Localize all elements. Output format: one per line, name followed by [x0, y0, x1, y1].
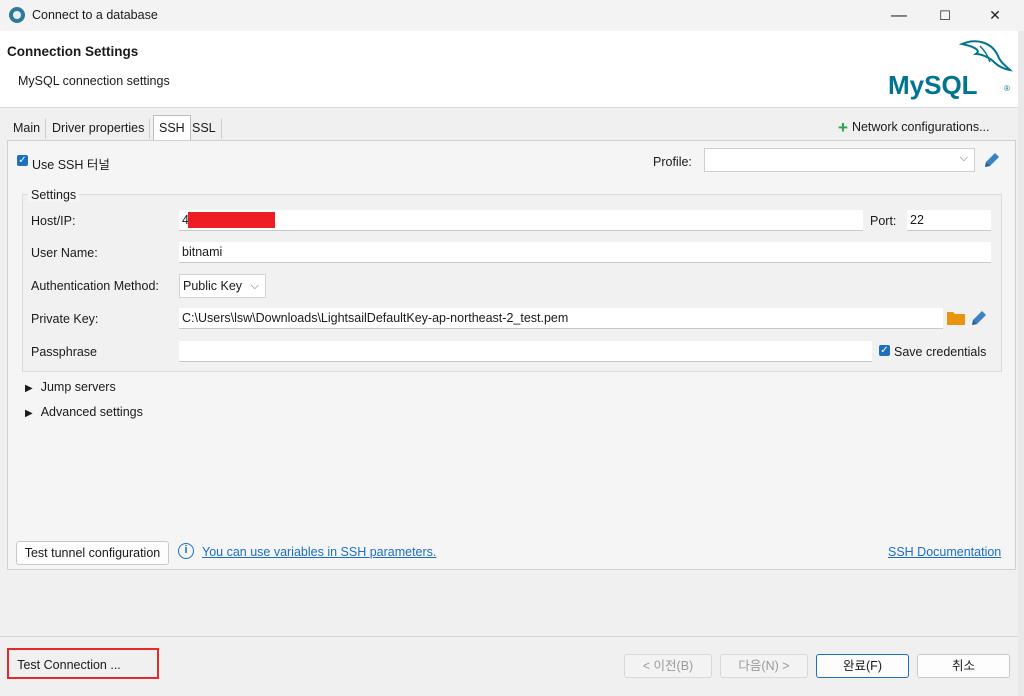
use-ssh-checkbox[interactable]: ✓: [17, 155, 28, 166]
port-label: Port:: [870, 214, 897, 228]
close-button[interactable]: ✕: [972, 0, 1018, 31]
tab-ssl[interactable]: SSL: [187, 118, 222, 139]
chevron-down-icon: ⌵: [250, 280, 259, 292]
browse-key-button[interactable]: [946, 309, 966, 330]
save-credentials-label: Save credentials: [894, 345, 987, 359]
edit-profile-button[interactable]: [982, 150, 1002, 173]
auth-method-label: Authentication Method:: [31, 279, 159, 293]
finish-button[interactable]: 완료(F): [816, 654, 909, 678]
minimize-button[interactable]: —: [876, 0, 922, 31]
triangle-right-icon: ▶: [25, 383, 33, 394]
user-name-label: User Name:: [31, 246, 98, 260]
triangle-right-icon: ▶: [25, 408, 33, 419]
page-subtitle: MySQL connection settings: [18, 74, 170, 88]
profile-label: Profile:: [653, 155, 692, 169]
tab-main[interactable]: Main: [8, 118, 47, 139]
port-value: 22: [910, 213, 924, 227]
tab-driver-properties[interactable]: Driver properties: [47, 118, 151, 139]
ssh-documentation-link[interactable]: SSH Documentation: [888, 545, 1001, 559]
highlight-box: [7, 648, 159, 679]
next-button[interactable]: 다음(N) >: [720, 654, 808, 678]
private-key-value: C:\Users\lsw\Downloads\LightsailDefaultK…: [182, 311, 569, 325]
private-key-input[interactable]: C:\Users\lsw\Downloads\LightsailDefaultK…: [179, 308, 943, 329]
dolphin-icon: MySQL: [888, 40, 1013, 100]
port-input[interactable]: 22: [907, 210, 991, 231]
header-banner: [0, 31, 1024, 108]
registered-mark: ®: [1004, 84, 1010, 93]
window-edge: [1018, 31, 1024, 696]
private-key-label: Private Key:: [31, 312, 99, 326]
redaction-mark: [188, 212, 275, 228]
edit-key-button[interactable]: [969, 308, 989, 331]
chevron-down-icon: ⌵: [959, 152, 968, 164]
window-title: Connect to a database: [32, 8, 158, 22]
host-label: Host/IP:: [31, 214, 76, 228]
mysql-logo: MySQL: [884, 36, 1014, 104]
jump-servers-expander[interactable]: ▶ Jump servers: [25, 380, 116, 394]
pencil-icon: [972, 311, 986, 325]
network-configurations-label: Network configurations...: [851, 120, 990, 134]
auth-method-select[interactable]: Public Key ⌵: [179, 274, 266, 298]
cancel-button[interactable]: 취소: [917, 654, 1010, 678]
pencil-icon: [985, 153, 999, 167]
user-name-input[interactable]: bitnami: [179, 242, 991, 263]
save-credentials-checkbox[interactable]: ✓: [879, 345, 890, 356]
jump-servers-label: Jump servers: [40, 380, 116, 394]
user-name-value: bitnami: [182, 245, 223, 259]
plus-icon: +: [838, 118, 848, 137]
advanced-settings-expander[interactable]: ▶ Advanced settings: [25, 405, 143, 419]
app-icon: [9, 7, 25, 23]
back-button[interactable]: < 이전(B): [624, 654, 712, 678]
auth-method-value: Public Key: [183, 279, 243, 293]
svg-text:MySQL: MySQL: [888, 70, 978, 100]
info-icon: i: [178, 543, 194, 559]
footer-divider: [0, 636, 1024, 637]
maximize-button[interactable]: ☐: [922, 0, 968, 31]
advanced-settings-label: Advanced settings: [40, 405, 143, 419]
page-title: Connection Settings: [7, 44, 139, 59]
settings-group-title: Settings: [28, 188, 80, 202]
network-configurations-button[interactable]: + Network configurations...: [838, 118, 990, 137]
profile-select[interactable]: ⌵: [704, 148, 975, 172]
folder-icon: [947, 312, 965, 325]
ssh-variables-link[interactable]: You can use variables in SSH parameters.: [202, 545, 436, 559]
tab-ssh[interactable]: SSH: [153, 115, 191, 141]
test-tunnel-button[interactable]: Test tunnel configuration: [16, 541, 169, 565]
passphrase-input[interactable]: [179, 341, 872, 362]
use-ssh-label: Use SSH 터널: [32, 158, 110, 172]
host-input[interactable]: 4: [179, 210, 863, 231]
passphrase-label: Passphrase: [31, 345, 98, 359]
